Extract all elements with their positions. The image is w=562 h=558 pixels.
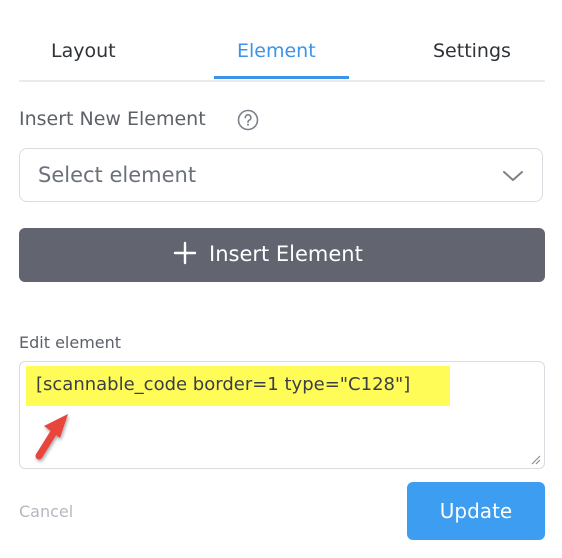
- resize-grip-icon[interactable]: [531, 455, 541, 465]
- insert-button-label: Insert Element: [209, 242, 363, 266]
- tab-element[interactable]: Element: [237, 40, 316, 62]
- tab-bar: Layout Element Settings: [19, 24, 545, 82]
- cancel-button[interactable]: Cancel: [19, 502, 73, 521]
- red-arrow-icon: [35, 414, 68, 460]
- edit-element-label: Edit element: [19, 333, 122, 352]
- insert-element-button[interactable]: Insert Element: [19, 228, 545, 282]
- help-circle-icon[interactable]: [237, 109, 259, 131]
- select-placeholder: Select element: [38, 163, 197, 187]
- update-button[interactable]: Update: [407, 482, 545, 540]
- chevron-down-icon: [503, 171, 523, 181]
- tab-layout[interactable]: Layout: [51, 40, 116, 62]
- plus-icon: [173, 241, 197, 265]
- tab-settings[interactable]: Settings: [433, 40, 511, 62]
- update-button-label: Update: [439, 499, 513, 523]
- insert-element-label: Insert New Element: [19, 108, 206, 130]
- edit-element-textarea[interactable]: [scannable_code border=1 type="C128"]: [19, 361, 545, 469]
- active-tab-indicator: [214, 76, 349, 79]
- shortcode-text: [scannable_code border=1 type="C128"]: [36, 374, 411, 395]
- element-select[interactable]: Select element: [19, 148, 543, 202]
